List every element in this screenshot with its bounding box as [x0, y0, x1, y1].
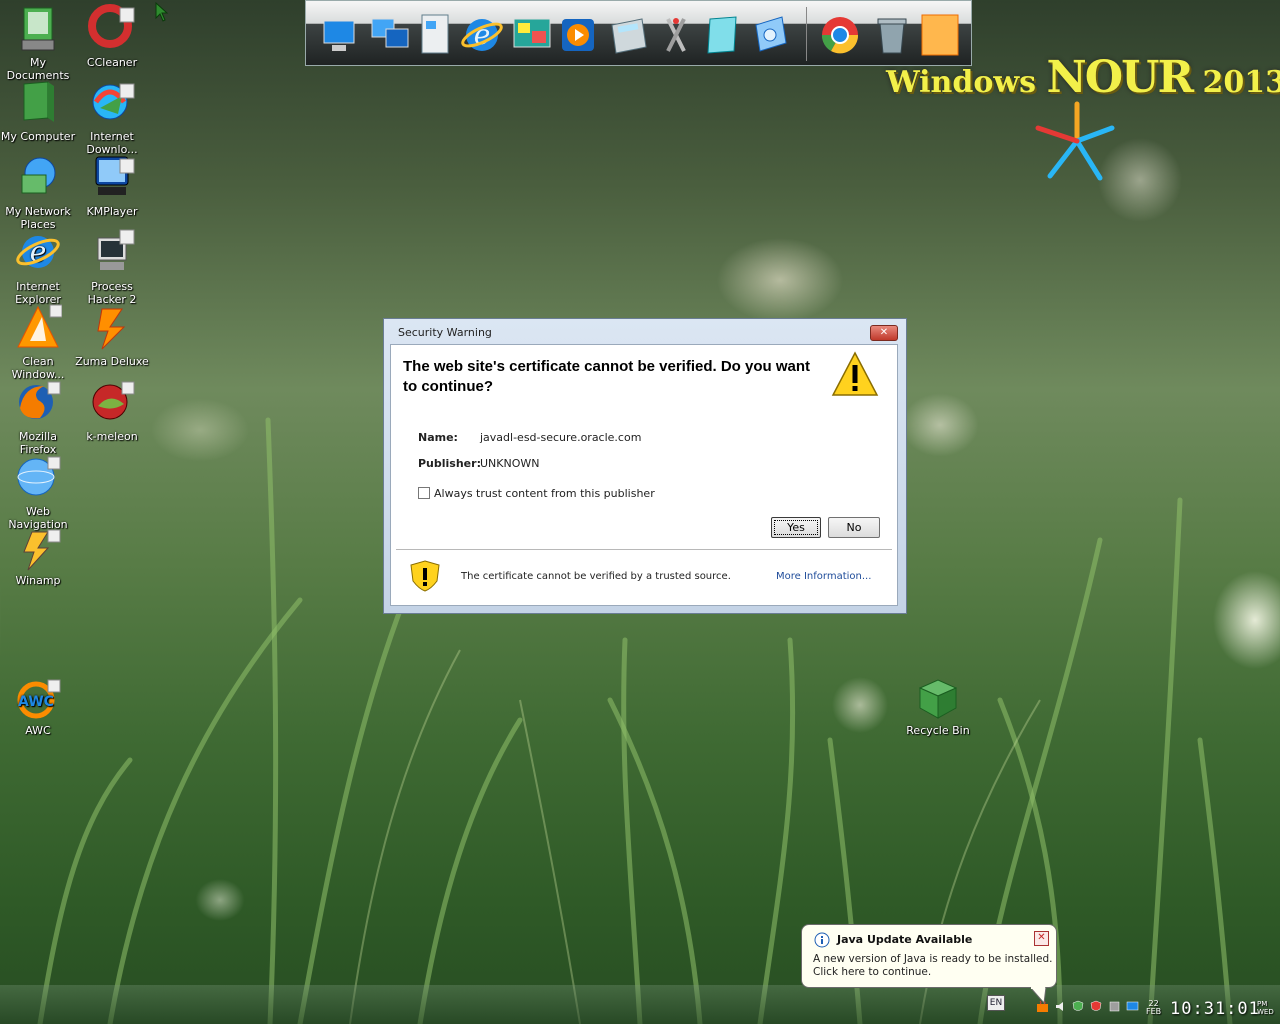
- yes-button[interactable]: Yes: [771, 517, 821, 538]
- desktop-icon-internet-download-manager[interactable]: Internet Downlo...: [74, 78, 150, 156]
- firefox-icon: [19, 381, 61, 419]
- my-network-places-icon: [21, 157, 56, 194]
- desktop-icon-mozilla-firefox[interactable]: Mozilla Firefox: [0, 378, 76, 456]
- desktop-icon-clean-windows[interactable]: Clean Window...: [0, 303, 76, 381]
- brand-star-logo-icon: [1035, 101, 1115, 181]
- shield-tray-icon[interactable]: [1090, 1000, 1103, 1013]
- svg-text:AWC: AWC: [18, 694, 54, 710]
- dock-media-player-icon[interactable]: [556, 11, 600, 59]
- process-hacker-icon: [97, 229, 135, 270]
- name-value: javadl-esd-secure.oracle.com: [480, 431, 642, 444]
- dock-documents-icon[interactable]: [414, 11, 458, 59]
- desktop-icon-my-network-places[interactable]: My Network Places: [0, 153, 76, 231]
- publisher-value: UNKNOWN: [480, 457, 540, 470]
- tray-ampm: PM WED: [1257, 1000, 1274, 1016]
- java-update-notification[interactable]: Java Update Available ✕ A new version of…: [801, 924, 1057, 1005]
- desktop-icon-k-meleon[interactable]: k-meleon: [74, 378, 150, 443]
- name-row: Name: javadl-esd-secure.oracle.com: [418, 431, 642, 444]
- my-documents-icon: [21, 7, 55, 51]
- volume-icon[interactable]: [1054, 1000, 1067, 1013]
- k-meleon-icon: [92, 381, 135, 420]
- zuma-deluxe-icon: [97, 308, 126, 350]
- mouse-cursor-icon: [155, 2, 169, 22]
- desktop-icon-winamp[interactable]: Winamp: [0, 528, 76, 587]
- desktop-icon-web-navigation[interactable]: Web Navigation: [0, 453, 76, 531]
- desktop-icon-internet-explorer[interactable]: e Internet Explorer: [0, 228, 76, 306]
- dialog-title: Security Warning: [398, 326, 492, 339]
- notification-text: A new version of Java is ready to be ins…: [813, 953, 1053, 978]
- dock-notes-icon[interactable]: [700, 11, 744, 59]
- web-navigation-icon: [17, 456, 61, 496]
- dock-calculator-icon[interactable]: [606, 11, 650, 59]
- dock-tools-icon[interactable]: [654, 11, 698, 59]
- desktop-icon-recycle-bin[interactable]: Recycle Bin: [900, 678, 976, 737]
- dock-bar: e: [305, 0, 972, 66]
- info-icon: [814, 932, 830, 948]
- my-computer-icon: [23, 81, 54, 122]
- desktop-icon-my-documents[interactable]: My Documents: [0, 2, 76, 82]
- dock-control-panel-icon[interactable]: [510, 11, 554, 59]
- device-tray-icon[interactable]: [1108, 1000, 1121, 1013]
- desktop-icon-zuma-deluxe[interactable]: Zuma Deluxe: [74, 303, 150, 368]
- network-tray-icon[interactable]: [1126, 1000, 1139, 1013]
- warning-icon: [831, 351, 879, 396]
- awc-icon: AWC: [17, 679, 61, 719]
- shield-warning-icon: [410, 560, 440, 592]
- more-information-link[interactable]: More Information...: [776, 571, 871, 582]
- trust-publisher-checkbox[interactable]: [418, 487, 430, 499]
- dock-internet-explorer-icon[interactable]: e: [460, 11, 504, 59]
- desktop-icon-my-computer[interactable]: My Computer: [0, 78, 76, 143]
- desktop-icon-awc[interactable]: AWC AWC: [0, 678, 76, 737]
- dock-chrome-icon[interactable]: [818, 11, 862, 59]
- security-warning-dialog: Security Warning ✕ The web site's certif…: [383, 318, 907, 614]
- winamp-icon: [23, 529, 61, 571]
- tray-clock[interactable]: 10:31:01: [1170, 999, 1260, 1019]
- security-center-icon[interactable]: [1072, 1000, 1085, 1013]
- dialog-footer-text: The certificate cannot be verified by a …: [461, 571, 731, 582]
- dock-computer-icon[interactable]: [318, 11, 362, 59]
- desktop-icon-process-hacker[interactable]: Process Hacker 2: [74, 228, 150, 306]
- taskbar: [0, 985, 1280, 1024]
- notification-pointer: [1029, 987, 1047, 1005]
- dock-separator: [806, 7, 807, 61]
- internet-download-manager-icon: [92, 83, 135, 120]
- desktop-icon-ccleaner[interactable]: CCleaner: [74, 2, 150, 69]
- desktop-icon-kmplayer[interactable]: KMPlayer: [74, 153, 150, 218]
- tray-date: 22 FEB: [1146, 999, 1162, 1016]
- dialog-heading: The web site's certificate cannot be ver…: [403, 358, 810, 395]
- dock-network-icon[interactable]: [368, 11, 412, 59]
- internet-explorer-icon: e: [16, 235, 60, 268]
- no-button[interactable]: No: [828, 517, 880, 538]
- notification-close-button[interactable]: ✕: [1034, 931, 1049, 946]
- dialog-body: The web site's certificate cannot be ver…: [390, 344, 898, 606]
- trust-publisher-label: Always trust content from this publisher: [434, 487, 655, 500]
- dialog-close-button[interactable]: ✕: [870, 325, 898, 341]
- clean-windows-icon: [17, 304, 62, 348]
- dialog-divider: [396, 549, 892, 550]
- recycle-bin-icon: [918, 679, 958, 719]
- dock-settings-icon[interactable]: [748, 11, 792, 59]
- trust-publisher-option[interactable]: Always trust content from this publisher: [418, 487, 655, 500]
- kmplayer-icon: [95, 156, 135, 195]
- language-indicator[interactable]: EN: [987, 995, 1005, 1011]
- ccleaner-icon: [88, 4, 135, 48]
- notification-title: Java Update Available: [837, 933, 973, 946]
- publisher-row: Publisher:UNKNOWN: [418, 457, 540, 470]
